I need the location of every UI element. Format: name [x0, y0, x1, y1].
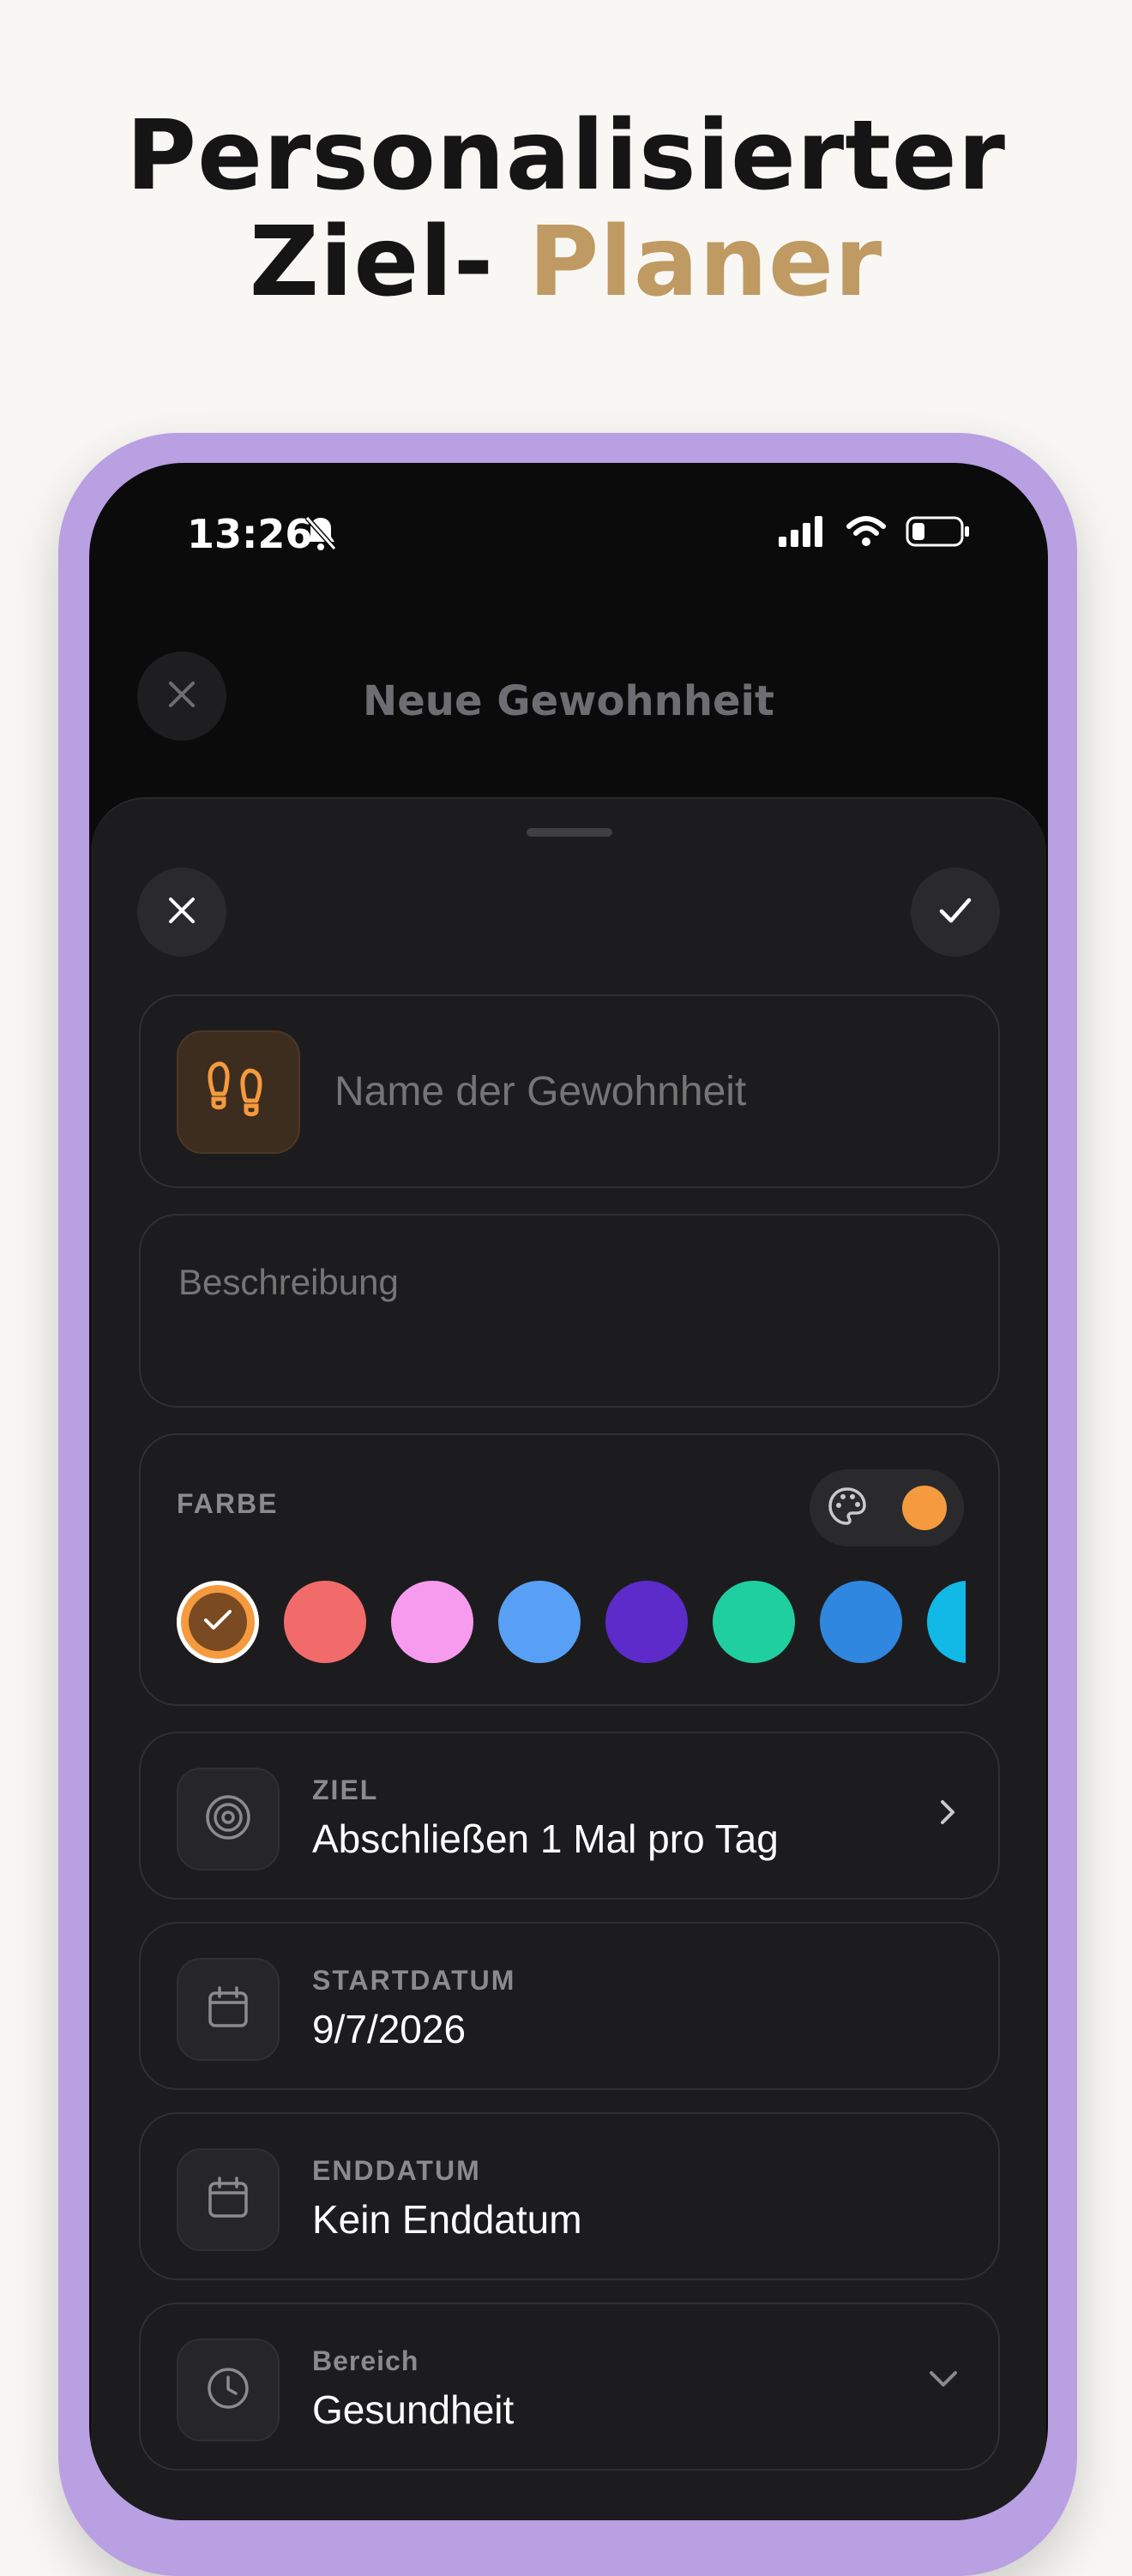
end-date-label: ENDDATUM	[312, 2155, 481, 2186]
color-swatch[interactable]	[605, 1581, 688, 1663]
goal-value: Abschließen 1 Mal pro Tag	[312, 1816, 779, 1861]
row-icon-box	[177, 2148, 280, 2251]
selected-swatch-inner	[189, 1593, 247, 1651]
wifi-icon	[846, 516, 887, 551]
start-date-row[interactable]: STARTDATUM 9/7/2026	[139, 1922, 1000, 2090]
calendar-icon	[206, 2176, 250, 2225]
color-swatch[interactable]	[498, 1581, 581, 1663]
goal-label: ZIEL	[312, 1774, 379, 1805]
headline-line-2: Ziel- Planer	[0, 209, 1132, 315]
habit-name-card	[139, 994, 1000, 1188]
color-swatch[interactable]	[820, 1581, 902, 1663]
chevron-down-icon	[926, 2366, 960, 2396]
area-row[interactable]: Bereich Gesundheit	[139, 2303, 1000, 2471]
color-swatch[interactable]	[391, 1581, 473, 1663]
custom-color-button[interactable]	[810, 1469, 964, 1546]
area-value: Gesundheit	[312, 2387, 515, 2432]
headline-line-2-prefix: Ziel-	[249, 207, 495, 318]
background-nav-bar: Neue Gewohnheit	[89, 652, 1048, 797]
checkmark-icon	[203, 1608, 232, 1636]
end-date-value: Kein Enddatum	[312, 2197, 582, 2242]
new-habit-sheet: FARBE	[91, 797, 1046, 2520]
habit-icon-button[interactable]	[177, 1030, 300, 1154]
color-swatch[interactable]	[927, 1581, 966, 1663]
status-time: 13:26	[187, 511, 313, 557]
close-button[interactable]	[137, 868, 226, 957]
selected-color-dot	[901, 1486, 947, 1530]
chevron-right-icon	[935, 1795, 960, 1834]
area-label: Bereich	[312, 2345, 419, 2376]
habit-name-input[interactable]	[333, 1056, 971, 1126]
headline: Personalisierter Ziel- Planer	[0, 103, 1132, 315]
row-icon-box	[177, 1958, 280, 2061]
close-icon	[167, 896, 196, 929]
row-icon-box	[177, 1768, 280, 1870]
headline-line-1: Personalisierter	[126, 100, 1006, 212]
phone-screen: 13:26 Neue Gewohnheit Name der Gewohnhei…	[89, 463, 1048, 2520]
color-card: FARBE	[139, 1433, 1000, 1706]
clock-icon	[206, 2366, 250, 2415]
start-date-label: STARTDATUM	[312, 1965, 516, 1996]
headline-line-2-accent: Planer	[528, 207, 883, 318]
target-icon	[204, 1793, 252, 1846]
start-date-value: 9/7/2026	[312, 2007, 467, 2051]
color-swatch-selected[interactable]	[177, 1581, 259, 1663]
row-icon-box	[177, 2339, 280, 2441]
palette-icon	[828, 1486, 867, 1530]
checkmark-icon	[938, 896, 972, 929]
color-swatch-list	[177, 1581, 966, 1666]
color-swatch[interactable]	[284, 1581, 366, 1663]
description-input[interactable]	[177, 1260, 969, 1384]
color-section-label: FARBE	[177, 1488, 279, 1519]
color-swatch[interactable]	[713, 1581, 795, 1663]
status-bar: 13:26	[89, 463, 1048, 609]
end-date-row[interactable]: ENDDATUM Kein Enddatum	[139, 2112, 1000, 2280]
goal-row[interactable]: ZIEL Abschließen 1 Mal pro Tag	[139, 1732, 1000, 1900]
description-card	[139, 1214, 1000, 1408]
bell-muted-icon	[304, 514, 338, 556]
background-nav-title: Neue Gewohnheit	[363, 677, 774, 725]
footprints-icon	[204, 1056, 273, 1129]
battery-icon	[906, 516, 971, 551]
sheet-grabber[interactable]	[527, 828, 612, 837]
calendar-icon	[206, 1985, 250, 2034]
status-icons	[779, 516, 971, 551]
confirm-button[interactable]	[911, 868, 1000, 957]
cellular-signal-icon	[779, 516, 827, 551]
